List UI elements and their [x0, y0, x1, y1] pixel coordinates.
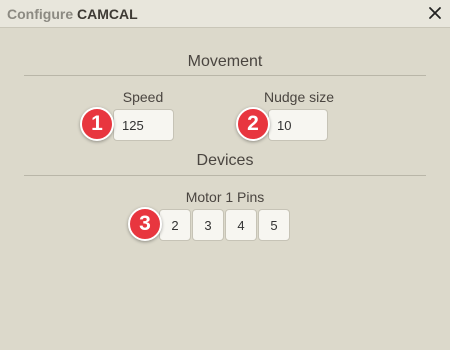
- callout-badge-2: 2: [236, 107, 270, 141]
- speed-input[interactable]: [113, 109, 174, 141]
- pin-button-3[interactable]: 3: [192, 209, 224, 241]
- window-title: Configure CAMCAL: [7, 6, 138, 22]
- close-icon: [429, 7, 441, 19]
- nudge-size-input[interactable]: [268, 109, 328, 141]
- movement-divider: [24, 75, 426, 76]
- nudge-size-label: Nudge size: [263, 89, 335, 105]
- callout-badge-1: 1: [80, 107, 114, 141]
- pin-button-4[interactable]: 4: [225, 209, 257, 241]
- title-app-name: CAMCAL: [77, 6, 138, 22]
- title-prefix: Configure: [7, 6, 74, 22]
- pin-button-5[interactable]: 5: [258, 209, 290, 241]
- close-button[interactable]: [424, 2, 446, 24]
- motor-1-pins-label: Motor 1 Pins: [185, 189, 265, 205]
- devices-heading: Devices: [196, 152, 254, 169]
- callout-badge-3: 3: [128, 207, 162, 241]
- speed-label: Speed: [122, 89, 164, 105]
- movement-heading: Movement: [187, 53, 263, 70]
- pin-button-2[interactable]: 2: [159, 209, 191, 241]
- devices-divider: [24, 175, 426, 176]
- title-bar: Configure CAMCAL: [0, 0, 450, 28]
